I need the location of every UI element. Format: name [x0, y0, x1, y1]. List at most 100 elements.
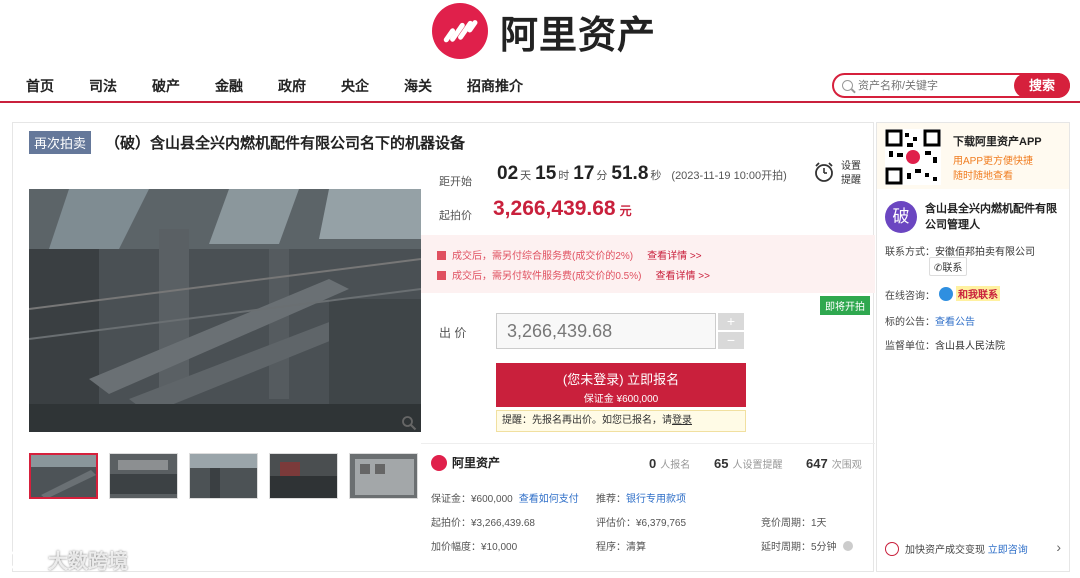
zoom-icon[interactable]	[401, 415, 417, 431]
speed-up-row[interactable]: 加快资产成交变现 立即咨询 ›	[885, 539, 1065, 556]
auction-stats: 阿里资产 0 人报名 65 人设置提醒 647 次围观 保证金：¥600,000 查看如…	[421, 443, 875, 571]
notice-label: 标的公告：	[885, 317, 935, 328]
deposit-text: 保证金：¥600,000	[431, 494, 513, 505]
title-row: 再次拍卖 （破）含山县全兴内燃机配件有限公司名下的机器设备	[29, 131, 465, 154]
app-download-title[interactable]: 下载阿里资产APP	[953, 133, 1042, 149]
search-input[interactable]	[858, 78, 1018, 94]
supervisor-value: 含山县人民法院	[935, 341, 1005, 352]
consult-button[interactable]: 和我联系	[939, 286, 1000, 301]
nav-item-government[interactable]: 政府	[278, 76, 306, 96]
fee-text-2: 成交后，需另付软件服务费(成交价的0.5%)	[452, 271, 642, 282]
fee-detail-link-1[interactable]: 查看详情 >>	[647, 251, 701, 262]
fee-detail-link-2[interactable]: 查看详情 >>	[655, 271, 709, 282]
start-price-value: 3,266,439.68	[493, 197, 616, 220]
logo-text: 阿里资产	[500, 12, 657, 57]
delay-detail: 延时周期：5分钟	[761, 538, 853, 553]
logo[interactable]: 阿里资产	[432, 3, 656, 59]
thumbnail-3[interactable]	[189, 453, 258, 499]
fee-notice: 成交后，需另付综合服务费(成交价的2%) 查看详情 >> 成交后，需另付软件服务费…	[421, 235, 875, 293]
alarm-clock-icon	[815, 162, 833, 182]
main-photo[interactable]	[29, 189, 421, 432]
nav-item-finance[interactable]: 金融	[215, 76, 243, 96]
signup-count: 0 人报名	[649, 456, 690, 471]
reminder-label-1: 设置	[841, 161, 861, 172]
contact-button[interactable]: ✆联系	[929, 257, 968, 276]
recommend-info: 推荐：银行专用款项	[596, 490, 686, 505]
countdown-seconds-unit: 秒	[650, 170, 662, 182]
nav-divider	[0, 101, 1080, 103]
brand-small: 阿里资产	[431, 454, 500, 471]
gift-icon	[437, 271, 446, 280]
signup-deposit-label: 保证金 ¥600,000	[583, 394, 659, 405]
thumbnail-5[interactable]	[349, 453, 418, 499]
bank-funds-link[interactable]: 银行专用款项	[626, 494, 686, 505]
view-count-label: 次围观	[831, 460, 862, 471]
view-count: 647 次围观	[806, 456, 862, 471]
reminder-count-label: 人设置提醒	[732, 460, 783, 471]
notice-row: 标的公告：查看公告	[885, 313, 975, 328]
ali-asset-logo-icon	[431, 454, 447, 471]
start-time-note: (2023-11-19 10:00开拍)	[671, 170, 787, 182]
status-badge: 即将开拍	[820, 296, 870, 315]
reminder-label-2: 提醒	[841, 175, 861, 186]
help-icon[interactable]	[842, 541, 853, 551]
consult-now-link[interactable]: 立即咨询	[988, 545, 1028, 556]
search-button[interactable]: 搜索	[1014, 73, 1070, 98]
reminder-count: 65 人设置提醒	[714, 456, 782, 471]
ali-asset-logo-icon	[432, 3, 488, 59]
countdown-label: 距开始	[439, 176, 472, 188]
decrease-button[interactable]: −	[718, 332, 744, 349]
fee-text-1: 成交后，需另付综合服务费(成交价的2%)	[452, 251, 634, 262]
side-panel: 下载阿里资产APP 用APP更方便快捷 随时随地查看 破 含山县全兴内燃机配件有…	[876, 122, 1070, 572]
deposit-info: 保证金：¥600,000 查看如何支付	[431, 490, 579, 505]
thumbnail-4[interactable]	[269, 453, 338, 499]
nav-item-customs[interactable]: 海关	[404, 76, 432, 96]
how-to-pay-link[interactable]: 查看如何支付	[519, 494, 579, 505]
bid-input[interactable]: 3,266,439.68	[496, 313, 716, 349]
bid-cycle: 竞价周期：1天	[761, 518, 827, 529]
watermark: 大数跨境	[8, 545, 128, 574]
nav-item-soe[interactable]: 央企	[341, 76, 369, 96]
app-subtitle-1: 用APP更方便快捷	[953, 156, 1034, 167]
consult-text: 和我联系	[956, 286, 1000, 301]
recommend-label: 推荐：	[596, 494, 626, 505]
consult-row: 在线咨询：	[885, 287, 935, 302]
countdown-days: 02	[497, 163, 519, 184]
login-link[interactable]: 登录	[672, 415, 692, 426]
start-price-detail: 起拍价：¥3,266,439.68	[431, 518, 535, 529]
thumbnail-strip	[29, 453, 429, 499]
chat-icon	[939, 286, 953, 301]
nav-item-home[interactable]: 首页	[26, 76, 54, 96]
signup-count-value: 0	[649, 456, 657, 471]
watermark-text: 大数跨境	[48, 551, 128, 573]
start-price-unit: 元	[619, 204, 632, 218]
assessed-price: 评估价：¥6,379,765	[596, 518, 687, 529]
qr-code-icon	[885, 129, 941, 185]
procedure-detail: 程序：清算	[596, 542, 646, 553]
start-price: 3,266,439.68 元	[493, 197, 632, 221]
notice-text: 提醒：先报名再出价。如您已报名，请	[502, 415, 672, 426]
reminder-count-value: 65	[714, 456, 729, 471]
thumbnail-1[interactable]	[29, 453, 98, 499]
bid-label: 出 价	[439, 326, 467, 340]
consult-label: 在线咨询：	[885, 291, 935, 302]
contact-label: 联系方式：	[885, 247, 935, 258]
app-subtitle-2: 随时随地查看	[953, 171, 1013, 182]
gift-icon	[437, 251, 446, 260]
increment-detail: 加价幅度：¥10,000	[431, 542, 518, 553]
contact-row: 联系方式：安徽佰邦拍卖有限公司	[885, 243, 1035, 258]
view-notice-link[interactable]: 查看公告	[935, 317, 975, 328]
thumbnail-2[interactable]	[109, 453, 178, 499]
contact-button-label: 联系	[942, 263, 963, 274]
signup-button[interactable]: (您未登录) 立即报名 保证金 ¥600,000	[496, 363, 746, 407]
signup-main-label: (您未登录) 立即报名	[562, 372, 680, 387]
nav-item-judicial[interactable]: 司法	[89, 76, 117, 96]
login-notice: 提醒：先报名再出价。如您已报名，请登录	[496, 410, 746, 432]
set-reminder-button[interactable]: 设置 提醒	[813, 157, 873, 187]
view-count-value: 647	[806, 456, 828, 471]
nav-item-bankruptcy[interactable]: 破产	[152, 76, 180, 96]
increase-button[interactable]: +	[718, 313, 744, 330]
nav-item-investment[interactable]: 招商推介	[467, 76, 523, 96]
supervisor-row: 监督单位：含山县人民法院	[885, 337, 1005, 352]
countdown: 02 天 15 时 17 分 51.8 秒 (2023-11-19 10:00开拍)	[497, 163, 787, 185]
